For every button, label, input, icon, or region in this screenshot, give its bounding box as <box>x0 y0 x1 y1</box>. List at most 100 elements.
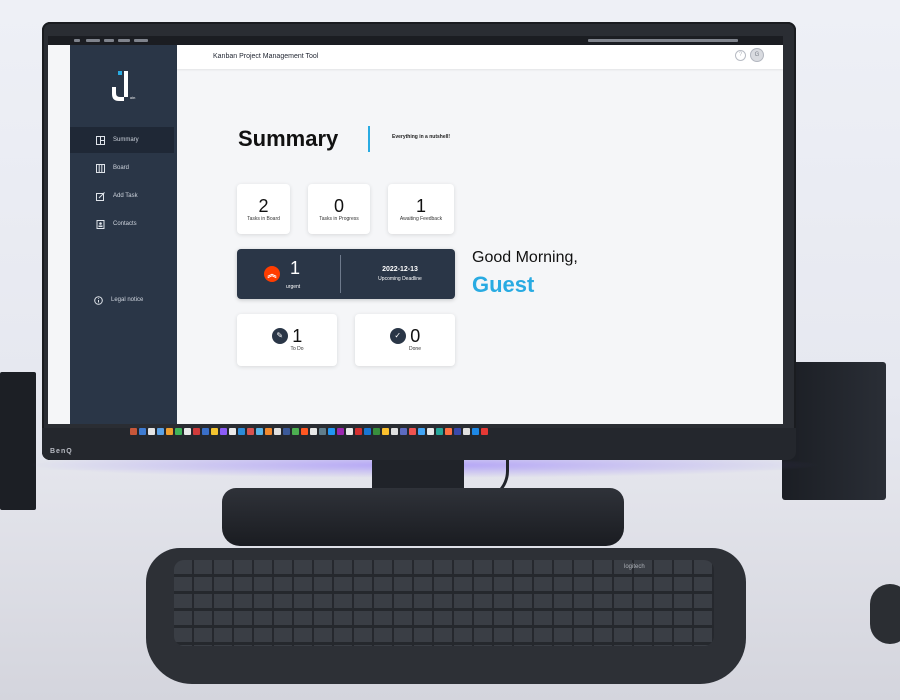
status-icons <box>588 39 738 42</box>
help-icon[interactable]: ? <box>735 50 746 61</box>
sidebar-item-label: Add Task <box>113 193 138 199</box>
pencil-icon: ✎ <box>271 328 288 344</box>
dock-app-icon[interactable] <box>328 428 335 435</box>
keyboard-brand: logitech <box>624 564 645 570</box>
dock-app-icon[interactable] <box>229 428 236 435</box>
card-divider <box>340 255 341 293</box>
dock-app-icon[interactable] <box>130 428 137 435</box>
dock-app-icon[interactable] <box>409 428 416 435</box>
app-header: Kanban Project Management Tool ? G <box>177 45 783 69</box>
deadline-date: 2022-12-13 <box>382 266 418 273</box>
join-logo-icon <box>112 71 128 101</box>
done-card[interactable]: ✓ 0 Done <box>355 314 455 366</box>
title-divider <box>368 126 370 152</box>
dock-app-icon[interactable] <box>463 428 470 435</box>
dock-app-icon[interactable] <box>481 428 488 435</box>
sidebar-item-summary[interactable]: Summary <box>70 127 174 153</box>
check-icon: ✓ <box>389 328 406 344</box>
right-speaker <box>782 362 886 500</box>
page-title: Summary <box>238 126 339 151</box>
dock-app-icon[interactable] <box>256 428 263 435</box>
todo-count: 1 <box>292 326 303 346</box>
monitor-screen: oin Summary Board Add Task Contacts Lega… <box>48 36 783 424</box>
tasks-in-board-card[interactable]: 2 Tasks in Board <box>237 184 290 234</box>
awaiting-feedback-count: 1 <box>415 196 426 216</box>
tasks-in-board-label: Tasks in Board <box>247 216 280 222</box>
board-icon <box>96 163 105 173</box>
sidebar: oin Summary Board Add Task Contacts Lega… <box>70 45 177 424</box>
done-count: 0 <box>410 326 421 346</box>
dock-app-icon[interactable] <box>427 428 434 435</box>
dock <box>130 428 690 438</box>
dock-app-icon[interactable] <box>355 428 362 435</box>
tasks-in-progress-label: Tasks in Progress <box>319 216 359 222</box>
menu-item[interactable] <box>86 39 100 42</box>
dock-app-icon[interactable] <box>319 428 326 435</box>
menu-item[interactable] <box>134 39 148 42</box>
left-speaker <box>0 372 36 510</box>
dock-app-icon[interactable] <box>274 428 281 435</box>
sidebar-item-board[interactable]: Board <box>70 155 174 181</box>
dock-app-icon[interactable] <box>310 428 317 435</box>
dock-app-icon[interactable] <box>211 428 218 435</box>
dock-app-icon[interactable] <box>364 428 371 435</box>
dock-app-icon[interactable] <box>175 428 182 435</box>
dock-app-icon[interactable] <box>139 428 146 435</box>
dock-app-icon[interactable] <box>157 428 164 435</box>
dock-app-icon[interactable] <box>265 428 272 435</box>
dock-app-icon[interactable] <box>400 428 407 435</box>
menu-item[interactable] <box>104 39 114 42</box>
urgent-deadline-card[interactable]: ︽ 1 urgent 2022-12-13 Upcoming Deadline <box>237 249 455 299</box>
dock-app-icon[interactable] <box>220 428 227 435</box>
tasks-in-progress-count: 0 <box>333 196 344 216</box>
dock-app-icon[interactable] <box>202 428 209 435</box>
sidebar-item-label: Summary <box>113 137 139 143</box>
dock-app-icon[interactable] <box>436 428 443 435</box>
dock-app-icon[interactable] <box>346 428 353 435</box>
dock-app-icon[interactable] <box>193 428 200 435</box>
greeting-name: Guest <box>472 272 535 297</box>
header-title: Kanban Project Management Tool <box>213 53 319 60</box>
dock-app-icon[interactable] <box>445 428 452 435</box>
todo-label: To Do <box>290 346 304 352</box>
sidebar-legal-notice[interactable]: Legal notice <box>70 287 174 313</box>
dock-app-icon[interactable] <box>418 428 425 435</box>
dock-app-icon[interactable] <box>247 428 254 435</box>
sidebar-item-label: Board <box>113 165 130 171</box>
dock-app-icon[interactable] <box>454 428 461 435</box>
sidebar-item-add-task[interactable]: Add Task <box>70 183 174 209</box>
legal-notice-label: Legal notice <box>111 297 144 303</box>
urgent-label: urgent <box>286 284 301 290</box>
dock-app-icon[interactable] <box>148 428 155 435</box>
menu-item[interactable] <box>118 39 130 42</box>
monitor-brand: BenQ <box>50 448 73 455</box>
dock-app-icon[interactable] <box>391 428 398 435</box>
dock-app-icon[interactable] <box>472 428 479 435</box>
awaiting-feedback-card[interactable]: 1 Awaiting Feedback <box>388 184 454 234</box>
todo-card[interactable]: ✎ 1 To Do <box>237 314 337 366</box>
dock-app-icon[interactable] <box>301 428 308 435</box>
sidebar-item-contacts[interactable]: Contacts <box>70 211 174 237</box>
done-label: Done <box>409 346 421 352</box>
monitor-stand-base <box>222 488 624 546</box>
deadline-label: Upcoming Deadline <box>378 276 422 282</box>
dock-app-icon[interactable] <box>292 428 299 435</box>
dock-app-icon[interactable] <box>184 428 191 435</box>
mac-menu-bar <box>48 36 783 45</box>
join-logo-text: oin <box>130 95 136 100</box>
add-task-icon <box>96 191 105 201</box>
dock-app-icon[interactable] <box>337 428 344 435</box>
dock-app-icon[interactable] <box>166 428 173 435</box>
dock-app-icon[interactable] <box>238 428 245 435</box>
keyboard-key-rows <box>174 560 714 646</box>
urgent-count: 1 <box>290 258 301 278</box>
tasks-in-progress-card[interactable]: 0 Tasks in Progress <box>308 184 370 234</box>
sidebar-item-label: Contacts <box>113 221 137 227</box>
dock-app-icon[interactable] <box>283 428 290 435</box>
join-logo[interactable]: oin <box>104 67 144 107</box>
apple-menu-icon[interactable] <box>74 39 80 42</box>
dock-app-icon[interactable] <box>382 428 389 435</box>
dock-app-icon[interactable] <box>373 428 380 435</box>
avatar[interactable]: G <box>750 48 764 62</box>
info-icon <box>94 295 103 305</box>
